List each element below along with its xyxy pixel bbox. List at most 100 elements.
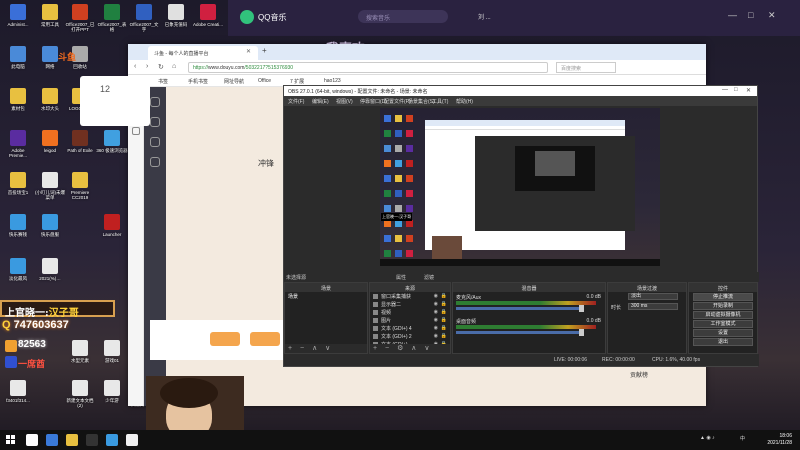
taskbar-app-icon[interactable] <box>126 434 138 446</box>
nav-category-icon[interactable] <box>150 137 160 147</box>
filters-button[interactable]: 滤镜 <box>424 274 434 281</box>
source-item[interactable]: 图片 ◉ 🔒 <box>370 316 450 324</box>
address-bar[interactable]: https://www.douyu.com/5032217?515376930 <box>188 62 548 73</box>
nav-follow-icon[interactable] <box>150 117 160 127</box>
obs-preview[interactable]: 上官晓一:汉子哥 <box>380 108 660 266</box>
clock[interactable]: 18:06 2021/11/28 <box>767 433 792 447</box>
transition-duration[interactable]: 时长 300 ms <box>608 302 686 312</box>
obs-menu-item[interactable]: 视图(V) <box>336 98 353 105</box>
desktop-icon[interactable]: 已象充值码 <box>160 4 192 27</box>
scenes-panel-footer[interactable]: + − ∧ ∨ <box>285 344 367 353</box>
close-icon[interactable]: ✕ <box>746 87 751 94</box>
obs-control-button[interactable]: 停止推流 <box>693 293 753 301</box>
obs-control-button[interactable]: 启动虚拟摄像机 <box>693 311 753 319</box>
input-language[interactable]: 中 <box>740 435 745 442</box>
obs-menu-item[interactable]: 文件(F) <box>288 98 304 105</box>
desktop-icon[interactable]: 此电脑 <box>2 46 34 69</box>
desktop-icon[interactable]: 快乐赛钱 <box>2 214 34 237</box>
obs-control-button[interactable]: 工作室模式 <box>693 320 753 328</box>
desktop-icon[interactable]: f3401f314... <box>2 380 34 403</box>
desktop-icon[interactable]: Office2007_表格 <box>96 4 128 32</box>
desktop-icon[interactable]: leigod <box>34 130 66 153</box>
taskbar-app-icon[interactable] <box>26 434 38 446</box>
minimize-icon[interactable]: — <box>728 10 737 20</box>
desktop-icon[interactable]: 少年游 <box>96 380 128 403</box>
taskbar-app-icon[interactable] <box>86 434 98 446</box>
obs-menu-item[interactable]: 编辑(E) <box>312 98 329 105</box>
lock-icon[interactable]: 🔒 <box>441 333 447 339</box>
source-item[interactable]: 文本 (GDI+) 4 ◉ 🔒 <box>370 324 450 332</box>
desktop-icon[interactable]: 新建文本文档 (2) <box>64 380 96 408</box>
desktop-icon[interactable]: Premiere CC2019 <box>64 172 96 200</box>
forward-icon[interactable]: › <box>146 63 148 70</box>
desktop-icon[interactable]: 素材包 <box>2 88 34 111</box>
desktop-icon[interactable]: 淡化最风 <box>2 258 34 281</box>
bookmark-item[interactable]: hao123 <box>324 78 341 84</box>
maximize-icon[interactable]: □ <box>748 10 753 20</box>
sidebar-download-icon[interactable] <box>131 127 140 135</box>
qq-music-search-input[interactable]: 搜索音乐 <box>358 10 448 23</box>
desktop-icon[interactable]: Administ... <box>2 4 34 27</box>
obs-menu-item[interactable]: 帮助(H) <box>456 98 473 105</box>
nav-game-icon[interactable] <box>150 157 160 167</box>
visibility-icon[interactable]: ◉ <box>434 317 438 323</box>
lock-icon[interactable]: 🔒 <box>441 325 447 331</box>
source-item[interactable]: 窗口采集捕获 ◉ 🔒 <box>370 292 450 300</box>
desktop-icon[interactable]: (小叮儿词)未爆菜单 <box>34 172 66 200</box>
home-icon[interactable]: ⌂ <box>172 63 176 70</box>
tab-close-icon[interactable]: ✕ <box>246 48 251 55</box>
refresh-icon[interactable]: ↻ <box>158 63 164 71</box>
obs-menu-item[interactable]: 停靠窗口(D) <box>360 98 387 105</box>
visibility-icon[interactable]: ◉ <box>434 309 438 315</box>
maximize-icon[interactable]: □ <box>734 87 738 93</box>
desktop-icon[interactable]: 常用工具 <box>34 4 66 27</box>
desktop-icon[interactable]: 水型元素 <box>64 340 96 363</box>
visibility-icon[interactable]: ◉ <box>434 301 438 307</box>
desktop-icon[interactable]: Adobe Creati... <box>192 4 224 27</box>
lock-icon[interactable]: 🔒 <box>441 309 447 315</box>
desktop-icon[interactable]: 360 极速浏览器 <box>96 130 128 153</box>
obs-control-button[interactable]: 设置 <box>693 329 753 337</box>
browser-search-input[interactable]: 百度搜索 <box>556 62 616 73</box>
taskbar-app-icon[interactable] <box>106 434 118 446</box>
desktop-icon[interactable]: Path of Exile <box>64 130 96 153</box>
tray-icons[interactable]: ▲ ◉ ♪ <box>700 435 715 441</box>
browser-tab[interactable]: 斗鱼 - 每个人的直播平台 <box>148 46 258 60</box>
back-icon[interactable]: ‹ <box>134 63 136 70</box>
obs-menu-item[interactable]: 场景集合(S) <box>408 98 435 105</box>
source-item[interactable]: 视频 ◉ 🔒 <box>370 308 450 316</box>
obs-control-button[interactable]: 退出 <box>693 338 753 346</box>
bookmark-item[interactable]: 7 扩展 <box>290 78 304 85</box>
desktop-icon[interactable]: 首投场宝1 <box>2 172 34 195</box>
taskbar-app-icon[interactable] <box>66 434 78 446</box>
desktop-icon[interactable]: 2021(%)… <box>34 258 66 281</box>
desktop-icon[interactable]: Launcher <box>96 214 128 237</box>
new-tab-icon[interactable]: + <box>262 46 267 55</box>
desktop-icon[interactable]: Office2007_已打开PPT <box>64 4 96 32</box>
desktop-icon[interactable]: 快乐盘服 <box>34 214 66 237</box>
transition-select[interactable]: 淡出 <box>608 292 686 302</box>
desktop-icon[interactable]: Office2007_文字 <box>128 4 160 32</box>
bookmark-item[interactable]: Office <box>258 78 271 84</box>
lock-icon[interactable]: 🔒 <box>441 293 447 299</box>
sources-panel-footer[interactable]: + − ⚙ ∧ ∨ <box>370 344 450 353</box>
minimize-icon[interactable]: — <box>722 87 728 93</box>
bookmark-item[interactable]: 书签 <box>158 78 168 85</box>
qq-music-user[interactable]: 刘 ... <box>478 12 491 21</box>
start-icon[interactable] <box>6 435 16 445</box>
scene-item[interactable]: 场景 <box>285 292 367 300</box>
volume-slider[interactable] <box>456 307 584 310</box>
obs-menu-item[interactable]: 配置文件(P) <box>384 98 411 105</box>
bookmark-item[interactable]: 网址导航 <box>224 78 244 85</box>
lock-icon[interactable]: 🔒 <box>441 317 447 323</box>
desktop-icon[interactable]: 水印大头 <box>34 88 66 111</box>
properties-button[interactable]: 属性 <box>396 274 406 281</box>
lock-icon[interactable]: 🔒 <box>441 301 447 307</box>
volume-slider[interactable] <box>456 331 584 334</box>
obs-control-button[interactable]: 开始录制 <box>693 302 753 310</box>
desktop-icon[interactable]: 游戏01 <box>96 340 128 363</box>
bookmark-item[interactable]: 手机书签 <box>188 78 208 85</box>
volume-slider-handle[interactable] <box>579 329 584 336</box>
visibility-icon[interactable]: ◉ <box>434 333 438 339</box>
visibility-icon[interactable]: ◉ <box>434 325 438 331</box>
